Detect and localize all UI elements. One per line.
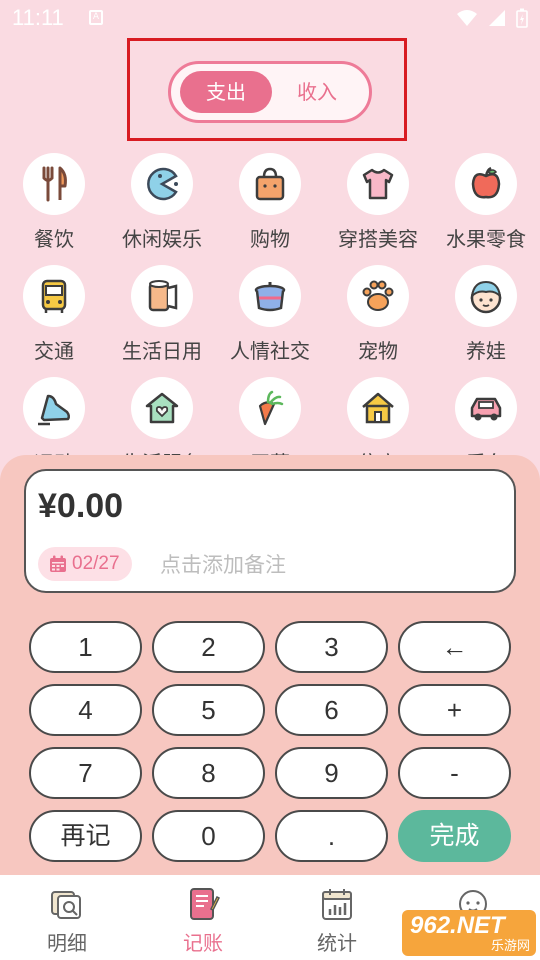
baby-face-icon [455,265,517,327]
toggle-income[interactable]: 收入 [271,71,363,113]
category-sports[interactable]: 运动 [0,377,108,460]
category-fruit[interactable]: 水果零食 [432,153,540,252]
category-shopping[interactable]: 购物 [216,153,324,252]
category-label: 养娃 [466,339,506,363]
category-housing[interactable]: 住房 [324,377,432,460]
category-daily[interactable]: 生活日用 [108,265,216,364]
category-car[interactable]: 爱车 [432,377,540,460]
key-1[interactable]: 1 [29,621,142,673]
note-input[interactable]: 点击添加备注 [160,549,286,579]
key-4[interactable]: 4 [29,684,142,736]
status-bar: 11:11 A [0,0,540,36]
category-label: 购物 [250,227,290,251]
key-0[interactable]: 0 [152,810,265,862]
calendar-chart-icon [322,889,352,920]
sneaker-icon [23,377,85,439]
toggle-expense[interactable]: 支出 [180,71,272,113]
key-dot[interactable]: . [275,810,388,862]
key-9[interactable]: 9 [275,747,388,799]
category-label: 餐饮 [34,227,74,251]
key-record-again[interactable]: 再记 [29,810,142,862]
wifi-icon [457,10,477,26]
pacman-icon [131,153,193,215]
category-grid: 餐饮 休闲娱乐 购物 穿搭美容 水果零食 交通 生活日用 人情社交 宠物 养娃 [0,150,540,460]
tissue-roll-icon [131,265,193,327]
date-label: 02/27 [72,553,120,574]
carrot-icon [239,377,301,439]
key-minus[interactable]: - [398,747,511,799]
category-dining[interactable]: 餐饮 [0,153,108,252]
tab-statistics[interactable]: 统计 [292,887,382,956]
calendar-icon [50,555,66,572]
battery-icon [516,8,528,28]
key-plus[interactable]: + [398,684,511,736]
category-label: 水果零食 [446,227,526,251]
receipt-icon [51,891,81,919]
category-groceries[interactable]: 买菜 [216,377,324,460]
key-backspace[interactable]: ← [398,621,511,673]
key-7[interactable]: 7 [29,747,142,799]
notification-icon: A [89,10,103,25]
signal-icon [489,10,505,26]
tab-label: 统计 [317,931,357,955]
date-picker-chip[interactable]: 02/27 [38,547,132,581]
watermark-sub: 乐游网 [490,939,530,954]
pot-icon [239,265,301,327]
category-services[interactable]: 生活服务 [108,377,216,460]
car-icon [455,377,517,439]
site-watermark: 962.NET 乐游网 [402,910,536,956]
category-leisure[interactable]: 休闲娱乐 [108,153,216,252]
category-label: 人情社交 [230,339,310,363]
category-fashion[interactable]: 穿搭美容 [324,153,432,252]
key-6[interactable]: 6 [275,684,388,736]
notebook-pen-icon [190,888,221,920]
status-icons [456,8,528,28]
key-2[interactable]: 2 [152,621,265,673]
bus-icon [23,265,85,327]
key-8[interactable]: 8 [152,747,265,799]
entry-sheet: ¥0.00 02/27 点击添加备注 1 2 3 ← 4 5 6 + 7 8 9… [0,455,540,875]
tshirt-icon [347,153,409,215]
status-time: 11:11 [12,5,64,30]
key-3[interactable]: 3 [275,621,388,673]
tab-label: 记账 [183,931,223,955]
key-5[interactable]: 5 [152,684,265,736]
category-kids[interactable]: 养娃 [432,265,540,364]
amount-value: ¥0.00 [38,487,124,525]
category-pets[interactable]: 宠物 [324,265,432,364]
category-social[interactable]: 人情社交 [216,265,324,364]
home-icon [347,377,409,439]
category-label: 宠物 [358,339,398,363]
key-done[interactable]: 完成 [398,810,511,862]
house-heart-icon [131,377,193,439]
category-label: 生活日用 [122,339,202,363]
apple-icon [455,153,517,215]
category-label: 穿搭美容 [338,227,418,251]
expense-income-toggle[interactable]: 支出 收入 [168,61,372,123]
category-label: 休闲娱乐 [122,227,202,251]
tab-details[interactable]: 明细 [22,887,112,956]
tab-bookkeeping[interactable]: 记账 [158,887,248,956]
tab-label: 明细 [47,931,87,955]
fork-knife-icon [23,153,85,215]
category-transport[interactable]: 交通 [0,265,108,364]
amount-display: ¥0.00 02/27 点击添加备注 [24,469,516,593]
category-label: 交通 [34,339,74,363]
shopping-bag-icon [239,153,301,215]
paw-icon [347,265,409,327]
